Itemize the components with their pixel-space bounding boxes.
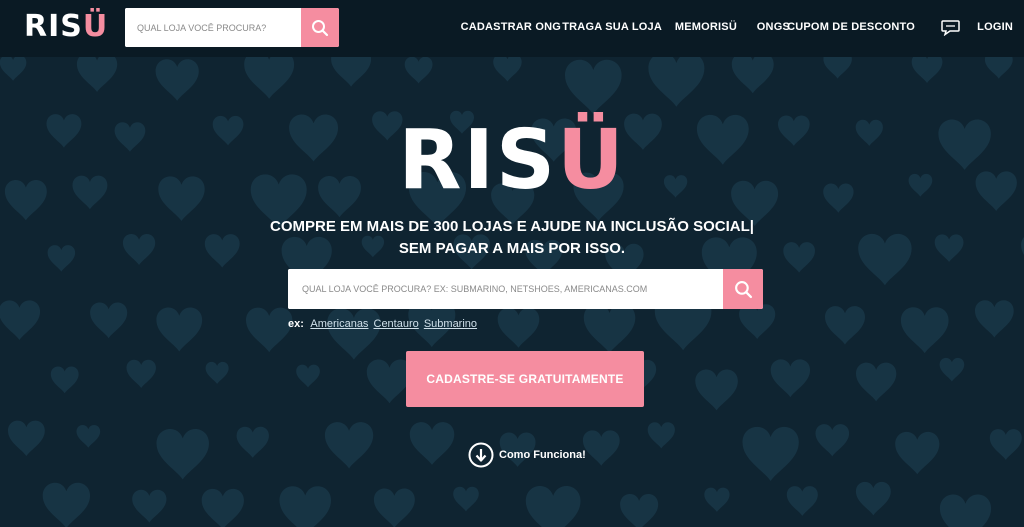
hero-tagline-line2: SEM PAGAR A MAIS POR ISSO. xyxy=(398,240,626,257)
example-link-americanas[interactable]: Americanas xyxy=(310,318,368,330)
search-icon xyxy=(312,19,329,36)
hero-search-input[interactable] xyxy=(288,269,723,309)
nav-traga-sua-loja[interactable]: TRAGA SUA LOJA xyxy=(562,21,662,33)
search-icon xyxy=(734,280,752,298)
search-examples: ex: Americanas Centauro Submarino xyxy=(288,318,479,330)
how-it-works-link[interactable]: Como Funciona! xyxy=(468,441,586,469)
hero-search xyxy=(288,269,763,309)
header-search xyxy=(125,8,339,47)
header-logo[interactable]: RISÜ xyxy=(24,7,108,47)
nav-chat[interactable] xyxy=(941,19,960,39)
example-link-submarino[interactable]: Submarino xyxy=(424,318,477,330)
header-search-button[interactable] xyxy=(301,8,339,47)
header-search-input[interactable] xyxy=(125,8,301,47)
nav-memorisu[interactable]: MEMORISÜ xyxy=(675,21,737,33)
arrow-down-circle-icon xyxy=(468,442,494,468)
logo-text: RIS xyxy=(24,9,83,44)
nav-cadastrar-ong[interactable]: CADASTRAR ONG xyxy=(461,21,561,33)
hero-logo-text: RIS xyxy=(398,113,558,208)
logo-accent-text: Ü xyxy=(82,9,109,44)
nav-ongs[interactable]: ONGS xyxy=(757,21,790,33)
example-link-centauro[interactable]: Centauro xyxy=(374,318,419,330)
examples-label: ex: xyxy=(288,318,304,330)
nav-login[interactable]: LOGIN xyxy=(977,21,1013,33)
hero-tagline-line1: COMPRE EM MAIS DE 300 LOJAS E AJUDE NA I… xyxy=(270,218,754,235)
top-navigation-bar: RISÜ CADASTRAR ONG TRAGA SUA LOJA MEMORI… xyxy=(0,0,1024,57)
hero-logo-accent: Ü xyxy=(557,113,626,208)
chat-bubble-icon xyxy=(941,20,960,37)
signup-button[interactable]: CADASTRE-SE GRATUITAMENTE xyxy=(406,351,644,407)
hero-logo: RISÜ xyxy=(0,113,1024,209)
how-it-works-label: Como Funciona! xyxy=(499,449,586,461)
nav-cupom-de-desconto[interactable]: CUPOM DE DESCONTO xyxy=(787,21,915,33)
hero-search-button[interactable] xyxy=(723,269,763,309)
